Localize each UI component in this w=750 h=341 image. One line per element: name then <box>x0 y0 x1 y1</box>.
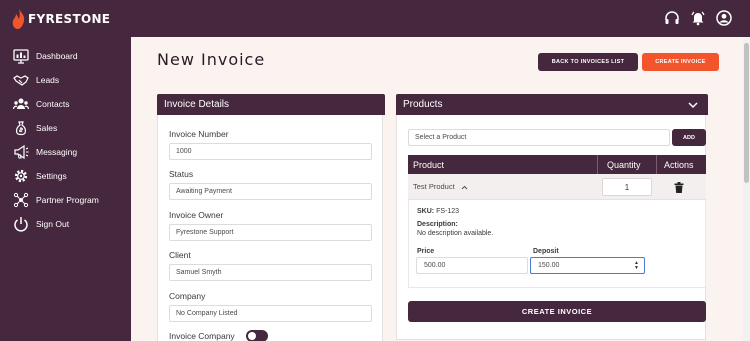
page-title: New Invoice <box>157 50 266 69</box>
description-value: No description available. <box>417 230 494 237</box>
handshake-icon <box>12 72 29 89</box>
company-input[interactable]: No Company Listed <box>169 305 372 322</box>
products-heading: Products <box>396 94 708 115</box>
chevron-down-icon[interactable] <box>688 101 698 109</box>
power-icon <box>12 216 29 233</box>
quantity-input[interactable]: 1 <box>602 178 652 196</box>
headset-icon[interactable] <box>664 10 680 26</box>
invoice-company-label: Invoice Company <box>169 331 235 341</box>
money-bag-icon <box>12 120 29 137</box>
sidebar-item-sales[interactable]: Sales <box>12 119 57 137</box>
description-label-text: Description: <box>417 221 458 228</box>
sidebar-item-label: Leads <box>36 75 60 85</box>
status-label: Status <box>169 169 194 179</box>
invoice-number-input[interactable]: 1000 <box>169 143 372 160</box>
sidebar-item-settings[interactable]: Settings <box>12 167 67 185</box>
invoice-owner-select[interactable]: Fyrestone Support <box>169 224 372 241</box>
sidebar-item-label: Partner Program <box>36 195 99 205</box>
sidebar-item-leads[interactable]: Leads <box>12 71 59 89</box>
sidebar: Dashboard Leads Contacts Sales Messaging… <box>0 37 131 341</box>
products-table-header: Product Quantity Actions <box>408 155 706 174</box>
dashboard-icon <box>12 48 29 65</box>
deposit-value: 150.00 <box>538 262 560 269</box>
status-select[interactable]: Awaiting Payment <box>169 183 372 200</box>
column-product: Product <box>413 159 445 170</box>
user-icon[interactable] <box>716 10 732 26</box>
sidebar-item-contacts[interactable]: Contacts <box>12 95 70 113</box>
sidebar-item-label: Settings <box>36 171 67 181</box>
create-invoice-button[interactable]: CREATE INVOICE <box>642 53 719 71</box>
price-label: Price <box>417 248 434 255</box>
price-input[interactable]: 500.00 <box>416 257 528 274</box>
deposit-label: Deposit <box>533 248 559 255</box>
sidebar-item-partner-program[interactable]: Partner Program <box>12 191 99 209</box>
invoice-details-panel: Invoice Details Invoice Number 1000 Stat… <box>157 94 385 341</box>
stepper-arrows-icon[interactable]: ▲ ▼ <box>634 261 639 271</box>
invoice-number-label: Invoice Number <box>169 129 229 139</box>
network-icon <box>12 192 29 209</box>
logo[interactable]: FYRESTONE <box>12 8 110 30</box>
scrollbar[interactable] <box>743 37 750 341</box>
product-name[interactable]: Test Product <box>413 182 468 192</box>
invoice-company-toggle[interactable] <box>246 330 268 341</box>
create-invoice-bottom-button[interactable]: CREATE INVOICE <box>408 301 706 322</box>
top-bar: FYRESTONE <box>0 0 750 37</box>
products-panel: Products Select a Product ADD Product Qu… <box>396 94 708 340</box>
sidebar-item-label: Contacts <box>36 99 70 109</box>
sku-line: SKU: FS-123 <box>417 208 459 215</box>
company-label: Company <box>169 291 206 301</box>
sidebar-item-sign-out[interactable]: Sign Out <box>12 215 69 233</box>
deposit-input[interactable]: 150.00 ▲ ▼ <box>530 257 645 274</box>
deposit-label-text: Deposit <box>533 248 559 255</box>
invoice-details-heading: Invoice Details <box>157 94 385 115</box>
price-label-text: Price <box>417 248 435 255</box>
flame-icon <box>12 9 25 29</box>
column-quantity: Quantity <box>607 159 641 170</box>
back-to-invoices-button[interactable]: BACK TO INVOICES LIST <box>538 53 638 71</box>
scrollbar-thumb[interactable] <box>744 43 749 183</box>
sku-value: FS-123 <box>436 208 460 215</box>
sidebar-item-label: Dashboard <box>36 51 78 61</box>
gear-icon <box>12 168 29 185</box>
megaphone-icon <box>12 144 29 161</box>
column-actions: Actions <box>664 159 694 170</box>
sidebar-item-label: Messaging <box>36 147 78 157</box>
bell-icon[interactable] <box>690 10 706 26</box>
contacts-icon <box>12 96 29 113</box>
sidebar-item-label: Sign Out <box>36 219 70 229</box>
product-name-text: Test Product <box>413 182 455 191</box>
client-label: Client <box>169 250 191 260</box>
chevron-up-icon[interactable] <box>461 183 468 192</box>
sidebar-item-dashboard[interactable]: Dashboard <box>12 47 78 65</box>
product-select[interactable]: Select a Product <box>408 129 670 146</box>
table-row[interactable]: Test Product 1 <box>408 174 706 200</box>
add-product-button[interactable]: ADD <box>672 129 706 146</box>
client-select[interactable]: Samuel Smyth <box>169 264 372 281</box>
main-content: New Invoice BACK TO INVOICES LIST CREATE… <box>131 37 743 341</box>
sku-label: SKU: <box>417 208 435 215</box>
sidebar-item-messaging[interactable]: Messaging <box>12 143 77 161</box>
sidebar-item-label: Sales <box>36 123 58 133</box>
trash-icon[interactable] <box>674 182 684 193</box>
description-label: Description: <box>417 221 458 228</box>
product-details: SKU: FS-123 Description: No description … <box>408 200 706 288</box>
brand-name: FYRESTONE <box>28 12 111 26</box>
invoice-owner-label: Invoice Owner <box>169 210 224 220</box>
